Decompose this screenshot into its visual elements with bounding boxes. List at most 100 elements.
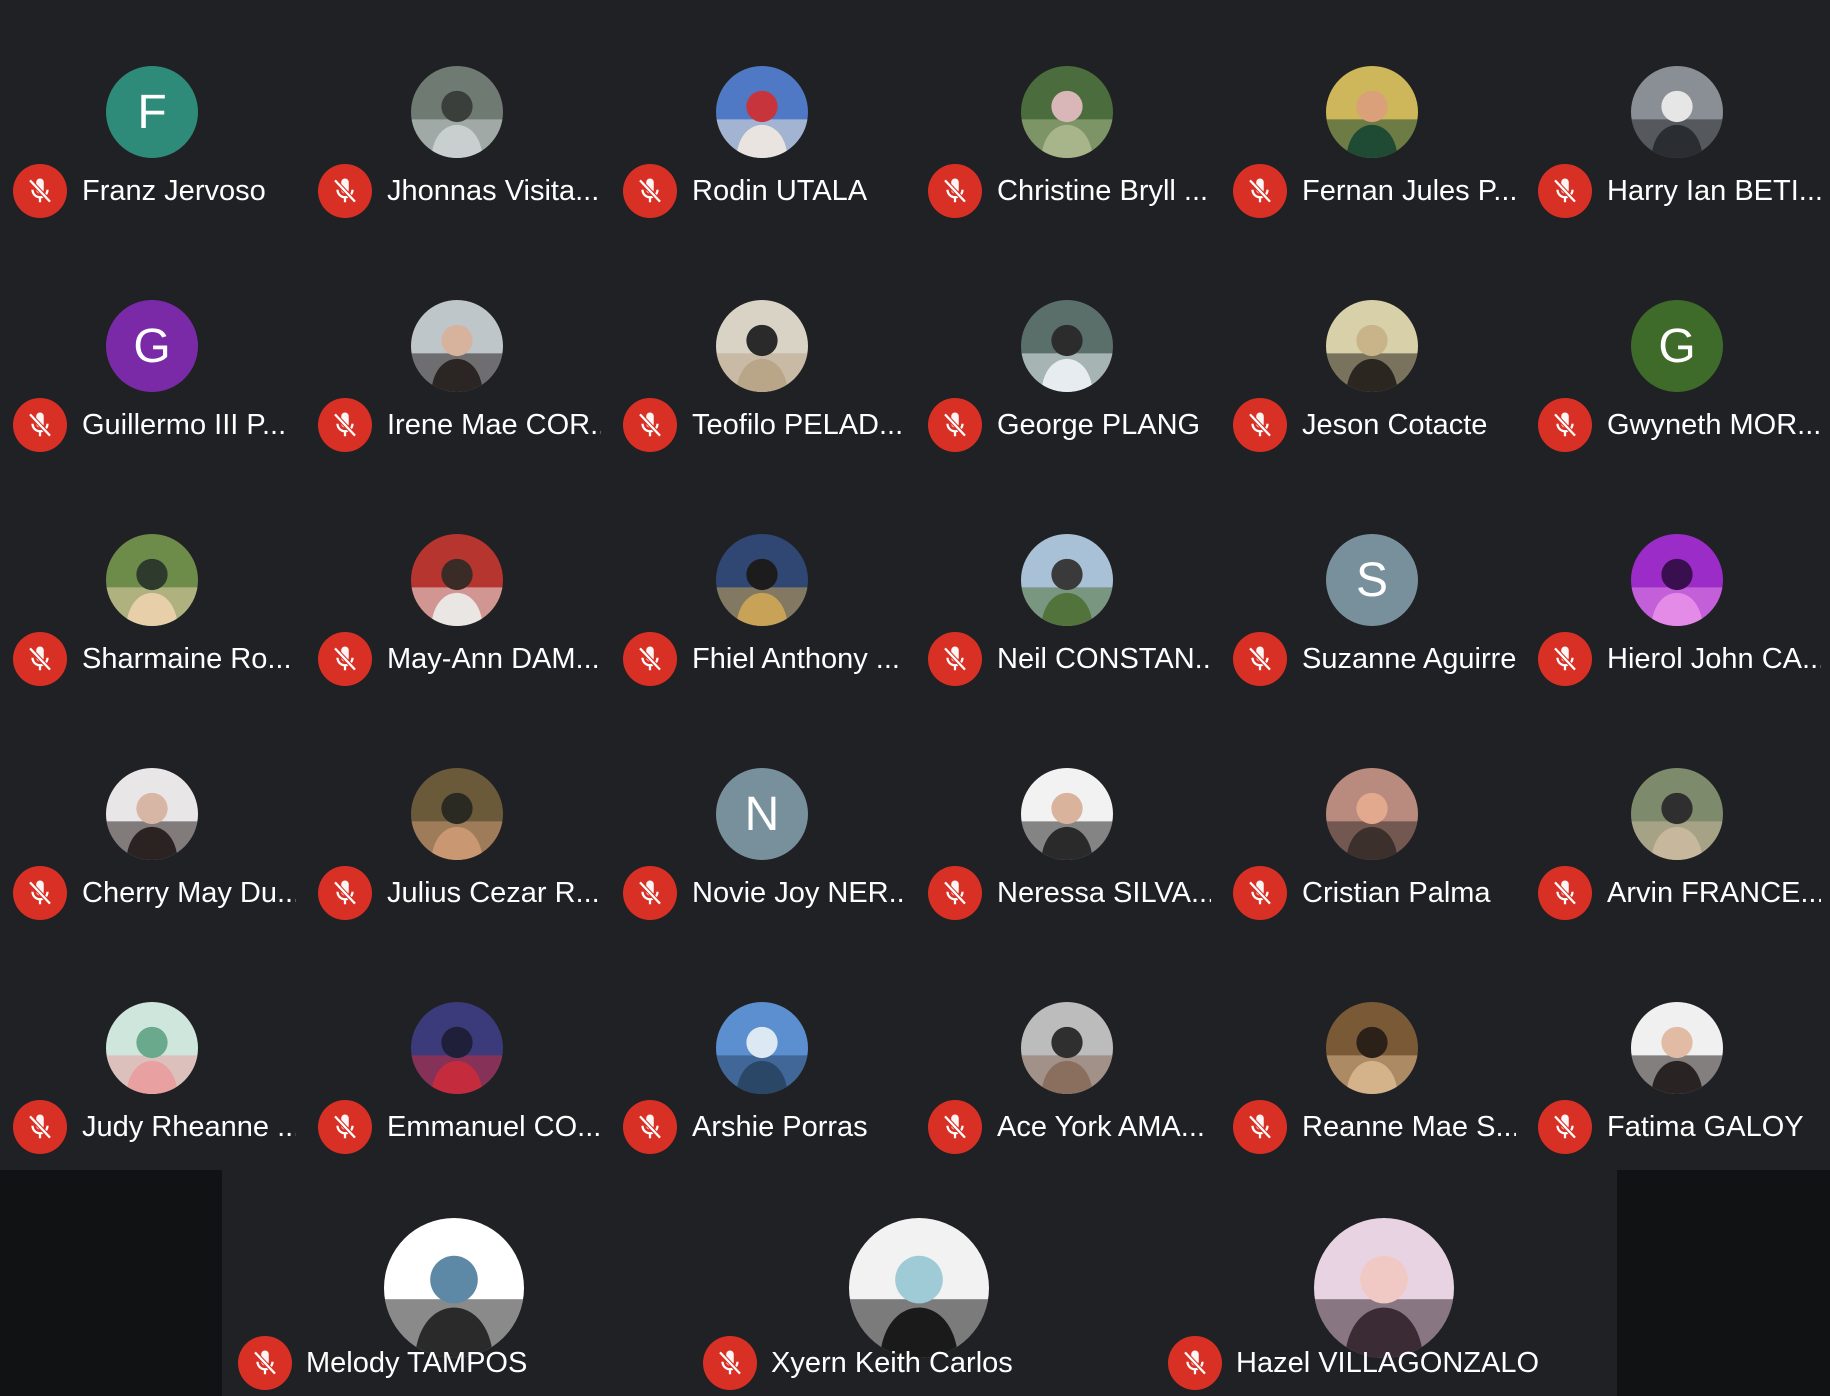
mic-off-icon bbox=[1248, 178, 1272, 204]
participant-name: Suzanne Aguirre bbox=[1302, 643, 1516, 675]
participant-name: Arshie Porras bbox=[692, 1111, 868, 1143]
mic-off-icon bbox=[943, 1114, 967, 1140]
avatar bbox=[716, 1002, 808, 1094]
participant-tile[interactable]: G Gwyneth MOR... bbox=[1525, 234, 1830, 468]
mic-muted-indicator bbox=[928, 1100, 982, 1154]
participant-tile[interactable]: Fatima GALOY bbox=[1525, 936, 1830, 1170]
participant-tile[interactable]: Arvin FRANCE... bbox=[1525, 702, 1830, 936]
avatar-initial: N bbox=[744, 787, 780, 841]
participant-tile[interactable]: Christine Bryll ... bbox=[915, 0, 1220, 234]
avatar bbox=[716, 66, 808, 158]
avatar bbox=[1314, 1218, 1454, 1358]
avatar bbox=[1631, 534, 1723, 626]
mic-off-icon bbox=[253, 1350, 277, 1376]
participant-tile[interactable]: N Novie Joy NER... bbox=[610, 702, 915, 936]
avatar-initial: F bbox=[137, 85, 167, 139]
participant-tile[interactable]: S Suzanne Aguirre bbox=[1220, 468, 1525, 702]
mic-off-icon bbox=[1248, 646, 1272, 672]
participant-name: Ace York AMA... bbox=[997, 1111, 1205, 1143]
avatar bbox=[1631, 66, 1723, 158]
participant-tile[interactable]: Jeson Cotacte bbox=[1220, 234, 1525, 468]
mic-muted-indicator bbox=[623, 1100, 677, 1154]
mic-off-icon bbox=[28, 646, 52, 672]
participant-tile[interactable]: Neil CONSTAN... bbox=[915, 468, 1220, 702]
participant-tile[interactable]: Fernan Jules P... bbox=[1220, 0, 1525, 234]
avatar bbox=[716, 534, 808, 626]
mic-off-icon bbox=[1553, 880, 1577, 906]
avatar bbox=[411, 1002, 503, 1094]
participant-name: Cherry May Du... bbox=[82, 877, 296, 909]
participant-name: Christine Bryll ... bbox=[997, 175, 1209, 207]
mic-muted-indicator bbox=[318, 866, 372, 920]
avatar bbox=[1021, 1002, 1113, 1094]
mic-off-icon bbox=[1248, 412, 1272, 438]
participant-tile[interactable]: Fhiel Anthony ... bbox=[610, 468, 915, 702]
participant-tile[interactable]: Rodin UTALA bbox=[610, 0, 915, 234]
avatar bbox=[1021, 300, 1113, 392]
mic-off-icon bbox=[1248, 880, 1272, 906]
participant-name: Jeson Cotacte bbox=[1302, 409, 1488, 441]
participant-tile[interactable]: Sharmaine Ro... bbox=[0, 468, 305, 702]
participant-tile[interactable]: Teofilo PELAD... bbox=[610, 234, 915, 468]
mic-off-icon bbox=[638, 178, 662, 204]
mic-off-icon bbox=[333, 880, 357, 906]
participant-tile[interactable]: Emmanuel CO... bbox=[305, 936, 610, 1170]
participant-tile[interactable]: Arshie Porras bbox=[610, 936, 915, 1170]
mic-off-icon bbox=[638, 1114, 662, 1140]
participant-name: George PLANG bbox=[997, 409, 1201, 441]
participant-tile[interactable]: Xyern Keith Carlos bbox=[687, 1170, 1152, 1396]
participant-tile[interactable]: Julius Cezar R... bbox=[305, 702, 610, 936]
mic-muted-indicator bbox=[703, 1336, 757, 1390]
participant-tile[interactable]: Hierol John CA... bbox=[1525, 468, 1830, 702]
participant-name: Harry Ian BETI... bbox=[1607, 175, 1821, 207]
mic-muted-indicator bbox=[928, 398, 982, 452]
participant-tile[interactable]: Irene Mae COR... bbox=[305, 234, 610, 468]
participant-name: Arvin FRANCE... bbox=[1607, 877, 1821, 909]
mic-off-icon bbox=[1553, 178, 1577, 204]
participant-tile[interactable]: Hazel VILLAGONZALO bbox=[1152, 1170, 1617, 1396]
avatar bbox=[106, 768, 198, 860]
mic-off-icon bbox=[28, 178, 52, 204]
avatar-initial: S bbox=[1355, 553, 1388, 607]
mic-muted-indicator bbox=[13, 866, 67, 920]
participant-name: Fatima GALOY bbox=[1607, 1111, 1804, 1143]
participant-tile[interactable]: F Franz Jervoso bbox=[0, 0, 305, 234]
participant-name: Fernan Jules P... bbox=[1302, 175, 1516, 207]
participant-name: May-Ann DAM... bbox=[387, 643, 600, 675]
participant-tile[interactable]: Jhonnas Visita... bbox=[305, 0, 610, 234]
participant-tile[interactable]: Neressa SILVA... bbox=[915, 702, 1220, 936]
participant-tile[interactable]: May-Ann DAM... bbox=[305, 468, 610, 702]
participant-tile[interactable]: Cherry May Du... bbox=[0, 702, 305, 936]
mic-off-icon bbox=[28, 1114, 52, 1140]
mic-off-icon bbox=[1553, 646, 1577, 672]
participant-tile[interactable]: Ace York AMA... bbox=[915, 936, 1220, 1170]
mic-off-icon bbox=[1553, 1114, 1577, 1140]
mic-muted-indicator bbox=[318, 632, 372, 686]
bottom-participant-strip: Melody TAMPOS Xyern Keith Carlos Hazel VIL… bbox=[0, 1170, 1830, 1396]
participant-name: Hazel VILLAGONZALO bbox=[1236, 1347, 1539, 1379]
mic-off-icon bbox=[718, 1350, 742, 1376]
participant-tile[interactable]: Judy Rheanne ... bbox=[0, 936, 305, 1170]
participant-tile[interactable]: Melody TAMPOS bbox=[222, 1170, 687, 1396]
participant-tile[interactable]: Harry Ian BETI... bbox=[1525, 0, 1830, 234]
avatar bbox=[1021, 66, 1113, 158]
mic-off-icon bbox=[333, 412, 357, 438]
participant-tile[interactable]: G Guillermo III P... bbox=[0, 234, 305, 468]
mic-muted-indicator bbox=[13, 164, 67, 218]
mic-off-icon bbox=[943, 178, 967, 204]
participant-name: Melody TAMPOS bbox=[306, 1347, 528, 1379]
participant-tile[interactable]: Cristian Palma bbox=[1220, 702, 1525, 936]
mic-muted-indicator bbox=[13, 632, 67, 686]
avatar bbox=[384, 1218, 524, 1358]
mic-muted-indicator bbox=[318, 164, 372, 218]
mic-off-icon bbox=[28, 880, 52, 906]
mic-muted-indicator bbox=[623, 398, 677, 452]
participant-tile[interactable]: Reanne Mae S... bbox=[1220, 936, 1525, 1170]
mic-off-icon bbox=[943, 880, 967, 906]
mic-off-icon bbox=[943, 646, 967, 672]
participant-tile[interactable]: George PLANG bbox=[915, 234, 1220, 468]
avatar: S bbox=[1326, 534, 1418, 626]
mic-off-icon bbox=[333, 646, 357, 672]
avatar bbox=[1326, 1002, 1418, 1094]
avatar bbox=[411, 66, 503, 158]
